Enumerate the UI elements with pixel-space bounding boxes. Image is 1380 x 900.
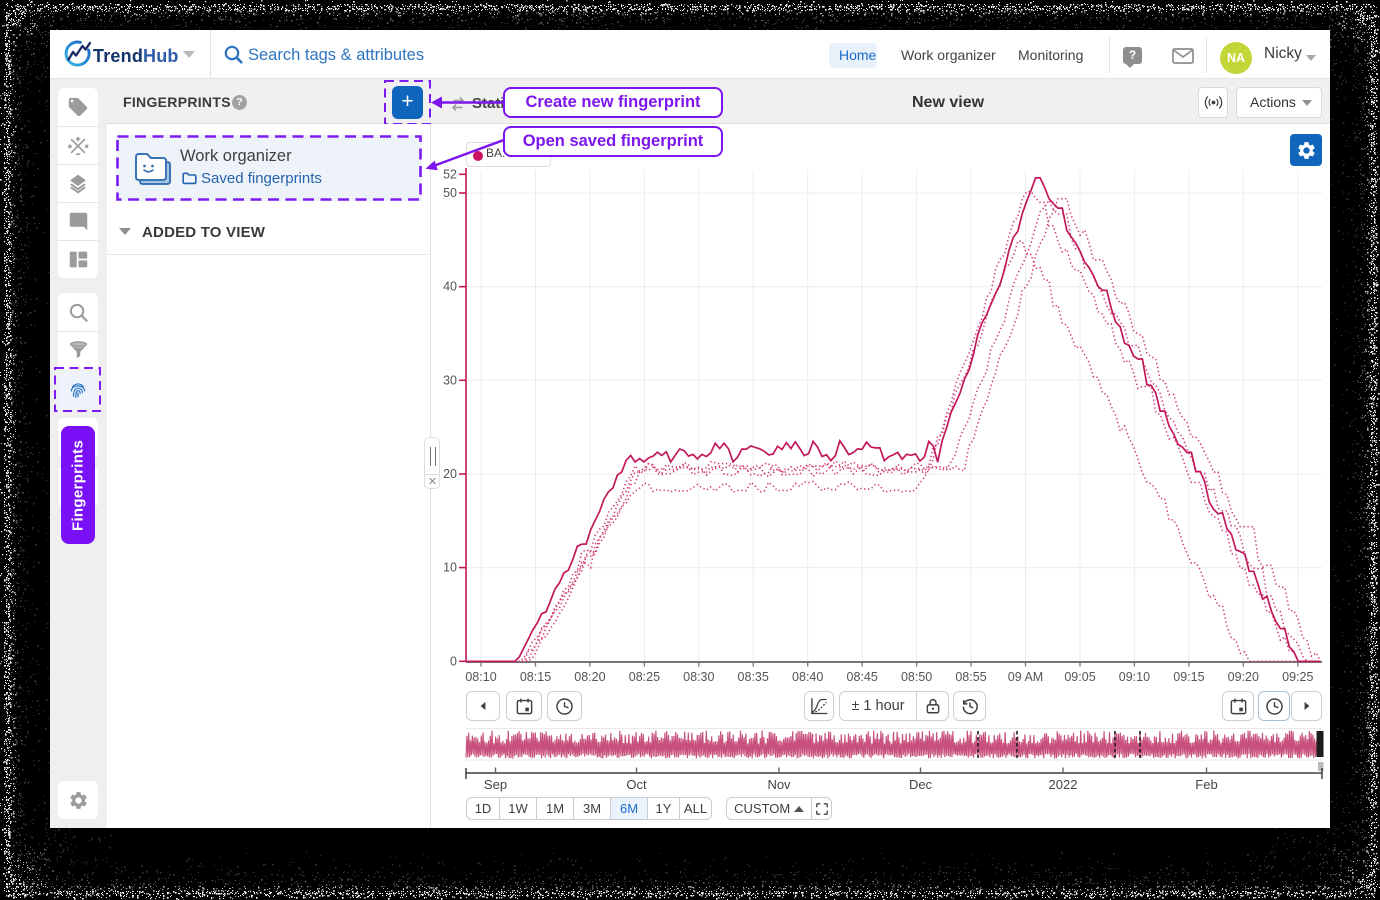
svg-text:08:50: 08:50 bbox=[901, 670, 932, 684]
svg-text:Nov: Nov bbox=[767, 777, 791, 792]
svg-text:08:25: 08:25 bbox=[629, 670, 660, 684]
svg-text:09 AM: 09 AM bbox=[1008, 670, 1043, 684]
svg-text:09:15: 09:15 bbox=[1173, 670, 1204, 684]
svg-text:08:40: 08:40 bbox=[792, 670, 823, 684]
svg-text:Feb: Feb bbox=[1195, 777, 1217, 792]
svg-text:Sep: Sep bbox=[484, 777, 507, 792]
svg-text:Dec: Dec bbox=[909, 777, 933, 792]
svg-text:50: 50 bbox=[443, 186, 457, 200]
svg-text:08:55: 08:55 bbox=[955, 670, 986, 684]
svg-text:20: 20 bbox=[443, 467, 457, 481]
svg-text:08:45: 08:45 bbox=[847, 670, 878, 684]
svg-text:09:20: 09:20 bbox=[1228, 670, 1259, 684]
svg-text:08:30: 08:30 bbox=[683, 670, 714, 684]
svg-text:Oct: Oct bbox=[626, 777, 647, 792]
svg-text:09:05: 09:05 bbox=[1064, 670, 1095, 684]
svg-text:0: 0 bbox=[450, 654, 457, 668]
svg-text:09:25: 09:25 bbox=[1282, 670, 1313, 684]
svg-text:08:10: 08:10 bbox=[465, 670, 496, 684]
svg-text:2022: 2022 bbox=[1049, 777, 1078, 792]
svg-text:40: 40 bbox=[443, 280, 457, 294]
svg-text:52: 52 bbox=[443, 167, 457, 181]
svg-text:09:10: 09:10 bbox=[1119, 670, 1150, 684]
svg-text:08:35: 08:35 bbox=[738, 670, 769, 684]
svg-text:08:20: 08:20 bbox=[574, 670, 605, 684]
svg-text:30: 30 bbox=[443, 373, 457, 387]
svg-text:08:15: 08:15 bbox=[520, 670, 551, 684]
svg-text:10: 10 bbox=[443, 561, 457, 575]
